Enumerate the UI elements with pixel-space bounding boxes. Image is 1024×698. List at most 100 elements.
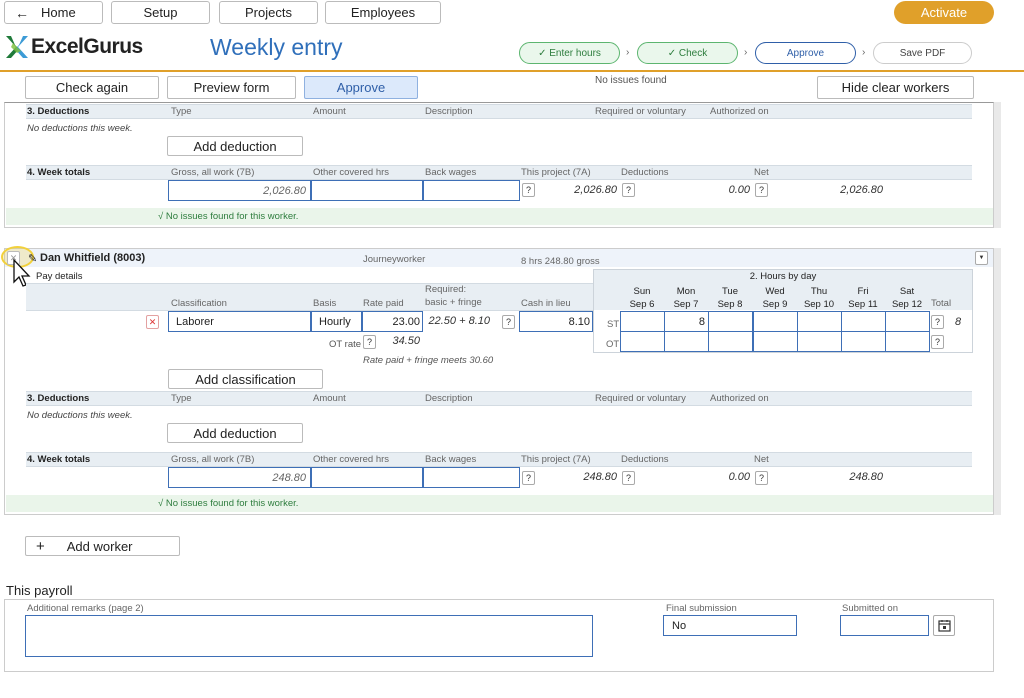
col-back-wages: Back wages: [425, 167, 477, 178]
back-wages-field[interactable]: [423, 467, 520, 488]
remove-classification-button[interactable]: ✕: [146, 315, 159, 329]
preview-form-button[interactable]: Preview form: [167, 76, 296, 99]
step-approve[interactable]: Approve: [755, 42, 856, 64]
step-check[interactable]: ✓ Check: [637, 42, 738, 64]
activate-button[interactable]: Activate: [894, 1, 994, 24]
step-enter-hours[interactable]: ✓ Enter hours: [519, 42, 620, 64]
final-submission-field[interactable]: No: [663, 615, 797, 636]
hours-cell-ot[interactable]: [841, 331, 886, 352]
hours-cell-ot[interactable]: [620, 331, 665, 352]
help-button[interactable]: ?: [363, 335, 376, 349]
hours-cell-st[interactable]: [797, 311, 842, 332]
col-required-2: basic + fringe: [425, 297, 482, 308]
panel-shadow: [994, 248, 1001, 515]
worker-menu-chevron-icon[interactable]: ▼: [975, 251, 988, 265]
check-again-button[interactable]: Check again: [25, 76, 159, 99]
week-totals-title: 4. Week totals: [27, 454, 91, 465]
add-worker-button[interactable]: + Add worker: [25, 536, 180, 556]
day-name: Fri: [857, 286, 869, 297]
remarks-field[interactable]: [25, 615, 593, 657]
col-net: Net: [754, 167, 769, 178]
col-required: Required or voluntary: [595, 106, 686, 117]
remarks-label: Additional remarks (page 2): [27, 603, 144, 614]
step-save-pdf[interactable]: Save PDF: [873, 42, 972, 64]
other-hrs-field[interactable]: [311, 180, 423, 201]
day-date: Sep 7: [673, 299, 699, 310]
hours-cell-st[interactable]: 8: [664, 311, 709, 332]
col-basis: Basis: [313, 298, 337, 309]
help-button[interactable]: ?: [522, 183, 535, 197]
help-button[interactable]: ?: [755, 183, 768, 197]
col-authorized: Authorized on: [710, 393, 769, 404]
deductions-value: 0.00: [728, 471, 750, 483]
rate-paid-field[interactable]: 23.00: [362, 311, 423, 332]
col-description: Description: [425, 106, 473, 117]
help-button[interactable]: ?: [502, 315, 515, 329]
basis-field[interactable]: Hourly: [311, 311, 362, 332]
hours-cell-ot[interactable]: [797, 331, 842, 352]
deductions-header: [26, 391, 972, 406]
projects-button[interactable]: Projects: [219, 1, 318, 24]
day-name: Sat: [899, 286, 915, 297]
gross-field[interactable]: 2,026.80: [168, 180, 311, 201]
pay-details-title: Pay details: [36, 271, 83, 282]
hours-cell-ot[interactable]: [708, 331, 753, 352]
classification-field[interactable]: Laborer: [168, 311, 311, 332]
calendar-button[interactable]: [933, 615, 955, 636]
help-button[interactable]: ?: [622, 471, 635, 485]
hours-by-day-title: 2. Hours by day: [749, 271, 817, 282]
panel-shadow: [994, 102, 1001, 228]
calendar-icon: [937, 620, 951, 632]
fringe-note: Rate paid + fringe meets 30.60: [363, 355, 494, 366]
other-hrs-field[interactable]: [311, 467, 423, 488]
help-button[interactable]: ?: [931, 335, 944, 349]
hours-cell-ot[interactable]: [753, 331, 798, 352]
net-value: 2,026.80: [840, 184, 883, 196]
st-label: ST: [607, 319, 620, 330]
col-this-project: This project (7A): [521, 454, 591, 465]
add-classification-button[interactable]: Add classification: [168, 369, 323, 389]
worker-ok-banner: √ No issues found for this worker.: [6, 495, 993, 512]
day-date: Sep 12: [891, 299, 923, 310]
add-deduction-button[interactable]: Add deduction: [167, 136, 303, 156]
col-classification: Classification: [171, 298, 227, 309]
col-gross: Gross, all work (7B): [171, 167, 255, 178]
help-button[interactable]: ?: [522, 471, 535, 485]
col-back-wages: Back wages: [425, 454, 477, 465]
cash-in-lieu-field[interactable]: 8.10: [519, 311, 593, 332]
deductions-value: 0.00: [728, 184, 750, 196]
gross-field[interactable]: 248.80: [168, 467, 311, 488]
header-divider: [0, 70, 1024, 72]
hours-cell-st[interactable]: [841, 311, 886, 332]
worker-name[interactable]: Dan Whitfield (8003): [40, 252, 145, 264]
week-totals-header: [26, 165, 972, 180]
hours-cell-st[interactable]: [885, 311, 930, 332]
hours-cell-st[interactable]: [753, 311, 798, 332]
col-description: Description: [425, 393, 473, 404]
ot-rate-value: 34.50: [392, 335, 420, 347]
hours-cell-ot[interactable]: [664, 331, 709, 352]
add-deduction-button[interactable]: Add deduction: [167, 423, 303, 443]
back-wages-field[interactable]: [423, 180, 520, 201]
excel-x-icon: [6, 36, 28, 58]
employees-button[interactable]: Employees: [325, 1, 441, 24]
col-gross: Gross, all work (7B): [171, 454, 255, 465]
day-date: Sep 8: [717, 299, 743, 310]
hours-cell-st[interactable]: [708, 311, 753, 332]
hours-cell-st[interactable]: [620, 311, 665, 332]
approve-button[interactable]: Approve: [304, 76, 418, 99]
help-button[interactable]: ?: [931, 315, 944, 329]
col-amount: Amount: [313, 393, 346, 404]
home-button[interactable]: ← Home: [4, 1, 103, 24]
home-label: Home: [41, 5, 76, 20]
worker-header-bar: [5, 249, 993, 267]
hours-cell-ot[interactable]: [885, 331, 930, 352]
status-text: No issues found: [595, 75, 667, 86]
day-date: Sep 10: [803, 299, 835, 310]
help-button[interactable]: ?: [622, 183, 635, 197]
help-button[interactable]: ?: [755, 471, 768, 485]
col-cash-in-lieu: Cash in lieu: [521, 298, 571, 309]
hide-clear-workers-button[interactable]: Hide clear workers: [817, 76, 974, 99]
setup-button[interactable]: Setup: [111, 1, 210, 24]
submitted-on-field[interactable]: [840, 615, 929, 636]
